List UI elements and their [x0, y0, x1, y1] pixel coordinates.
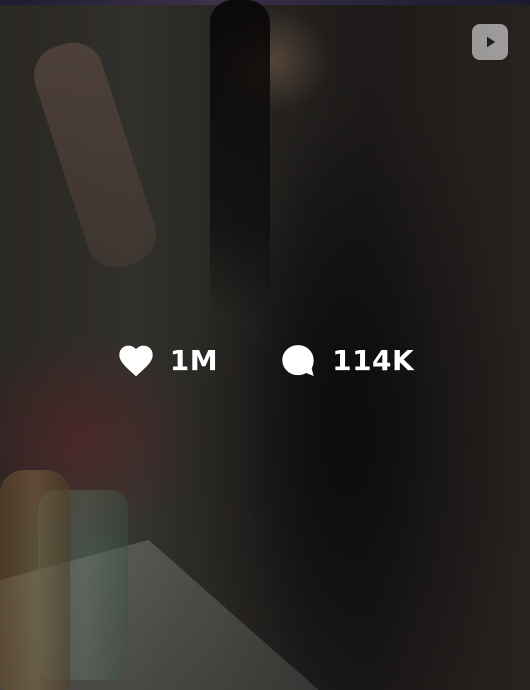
heart-icon [119, 345, 153, 377]
play-triangle-icon [487, 36, 496, 48]
comment-bubble-icon [282, 345, 314, 376]
comments-stat: 114K [278, 341, 414, 381]
likes-count: 1M [169, 344, 219, 377]
likes-stat: 1M [116, 341, 218, 381]
engagement-stats: 1M 114K [0, 338, 530, 384]
video-play-icon [472, 24, 508, 60]
post-tile[interactable]: 1M 114K [0, 0, 530, 690]
comments-count: 114K [332, 344, 415, 377]
